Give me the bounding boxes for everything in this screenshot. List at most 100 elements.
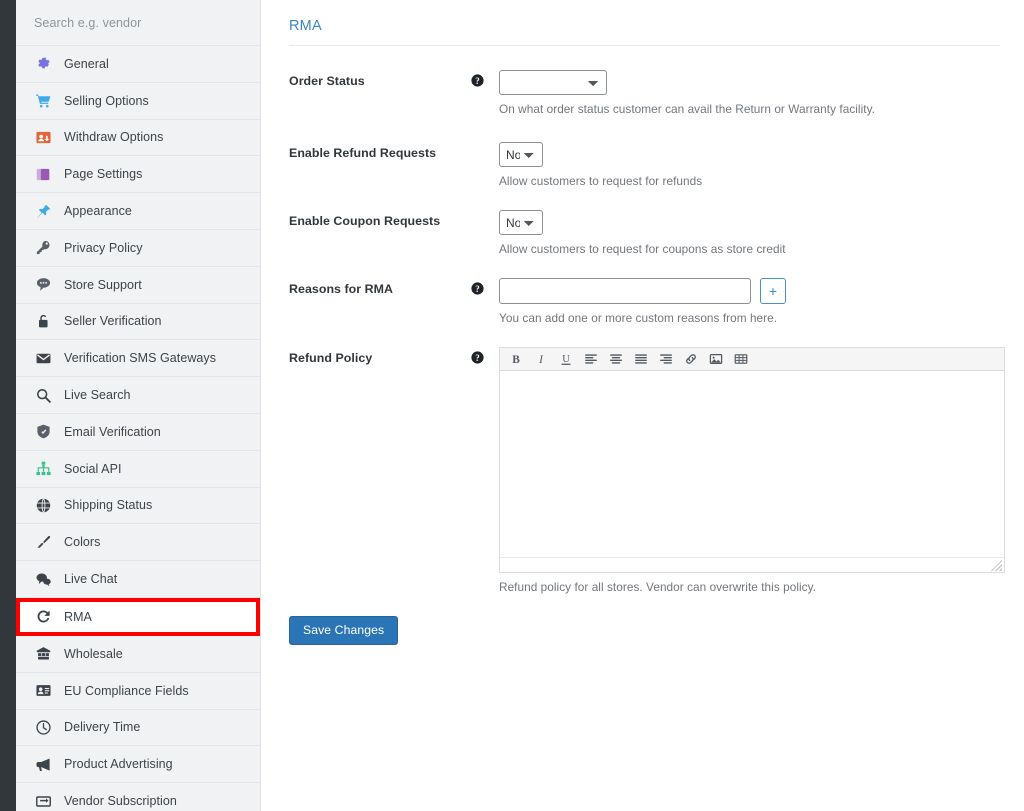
field-order-status: Order Status ? On what order status cust… — [289, 70, 1000, 116]
svg-text:?: ? — [475, 76, 479, 86]
sidebar-item-live-search[interactable]: Live Search — [16, 377, 260, 414]
field-control-reasons: + You can add one or more custom reasons… — [499, 278, 1000, 325]
sidebar-item-wholesale[interactable]: Wholesale — [16, 635, 260, 673]
page-title: RMA — [289, 18, 322, 34]
sidebar-item-store-support[interactable]: Store Support — [16, 266, 260, 304]
sidebar-item-label: Page Settings — [64, 167, 143, 182]
field-description-enable-coupon: Allow customers to request for coupons a… — [499, 242, 786, 256]
order-status-select[interactable] — [499, 70, 607, 95]
help-icon[interactable]: ? — [471, 74, 484, 87]
help-icon[interactable]: ? — [471, 351, 484, 364]
underline-icon[interactable]: U — [558, 352, 573, 367]
sidebar-item-vendor-subscription[interactable]: Vendor Subscription — [16, 783, 260, 811]
align-left-icon[interactable] — [583, 352, 598, 367]
field-enable-refund: Enable Refund Requests NoYes Allow custo… — [289, 142, 1000, 188]
id-card-icon — [34, 682, 52, 700]
field-reasons-for-rma: Reasons for RMA ? + You can add one or m… — [289, 278, 1000, 325]
align-right-icon[interactable] — [658, 352, 673, 367]
field-refund-policy: Refund Policy ? B I U Refund policy for al… — [289, 347, 1005, 594]
sidebar-item-delivery-time[interactable]: Delivery Time — [16, 709, 260, 747]
refund-policy-editor: BIU — [499, 347, 1005, 573]
sidebar-item-appearance[interactable]: Appearance — [16, 193, 260, 230]
svg-text:?: ? — [475, 353, 479, 363]
sidebar-item-label: Seller Verification — [64, 314, 162, 329]
title-divider — [289, 45, 1000, 46]
chat-bubble-icon — [34, 276, 52, 294]
sidebar-item-label: Wholesale — [64, 646, 123, 661]
enable-coupon-select[interactable]: NoYes — [499, 210, 543, 235]
align-center-icon[interactable] — [608, 352, 623, 367]
sidebar-item-label: Selling Options — [64, 93, 149, 108]
align-justify-icon[interactable] — [633, 352, 648, 367]
comments-icon — [34, 570, 52, 588]
field-control-order-status: On what order status customer can avail … — [499, 70, 1000, 116]
reasons-text-input[interactable] — [499, 278, 751, 304]
enable-refund-select[interactable]: NoYes — [499, 142, 543, 167]
sidebar-item-privacy-policy[interactable]: Privacy Policy — [16, 229, 260, 267]
field-description-order-status: On what order status customer can avail … — [499, 102, 876, 116]
help-col-enable-refund — [471, 142, 499, 146]
bold-icon[interactable]: B — [508, 352, 523, 367]
field-label-order-status: Order Status — [289, 74, 365, 88]
table-icon[interactable] — [733, 352, 748, 367]
sidebar-item-label: Live Chat — [64, 572, 118, 587]
subscription-icon — [34, 792, 52, 810]
help-col-reasons: ? — [471, 278, 499, 295]
sidebar-item-label: Appearance — [64, 204, 132, 219]
search-icon — [34, 386, 52, 404]
sidebar-item-general[interactable]: General — [16, 46, 260, 83]
italic-icon[interactable]: I — [533, 352, 548, 367]
sidebar-item-label: Privacy Policy — [64, 240, 143, 255]
warehouse-icon — [34, 645, 52, 663]
sidebar-item-label: Live Search — [64, 388, 131, 403]
clock-icon — [34, 718, 52, 736]
field-description-refund-policy: Refund policy for all stores. Vendor can… — [499, 580, 817, 594]
sidebar-item-verification-sms-gateways[interactable]: Verification SMS Gateways — [16, 340, 260, 378]
sidebar-item-label: Withdraw Options — [64, 130, 164, 145]
sidebar-item-label: Shipping Status — [64, 498, 153, 513]
sitemap-icon — [34, 460, 52, 478]
refund-policy-textarea[interactable] — [500, 371, 1004, 557]
sidebar-item-product-advertising[interactable]: Product Advertising — [16, 746, 260, 784]
sidebar-item-seller-verification[interactable]: Seller Verification — [16, 303, 260, 341]
sidebar-item-selling-options[interactable]: Selling Options — [16, 82, 260, 120]
gear-icon — [34, 55, 52, 73]
field-control-refund-policy: B I U Refund policy for all stores. Vendor… — [499, 347, 1005, 594]
sidebar-item-shipping-status[interactable]: Shipping Status — [16, 487, 260, 525]
add-reason-button[interactable]: + — [760, 278, 786, 304]
sidebar-item-social-api[interactable]: Social API — [16, 450, 260, 488]
settings-page: Search e.g. vendor General Selling Option… — [0, 0, 1024, 811]
editor-statusbar — [500, 557, 1004, 572]
rotate-left-icon — [34, 608, 52, 626]
sidebar-item-rma[interactable]: RMA — [16, 597, 260, 636]
envelope-icon — [34, 349, 52, 367]
admin-rail — [0, 0, 16, 811]
sidebar-item-eu-compliance-fields[interactable]: EU Compliance Fields — [16, 672, 260, 710]
sidebar-item-label: Product Advertising — [64, 757, 173, 772]
globe-icon — [34, 496, 52, 514]
sidebar-nav-list: General Selling Options Withdraw Options Pa… — [16, 46, 260, 811]
sidebar-item-colors[interactable]: Colors — [16, 524, 260, 562]
svg-text:U: U — [562, 354, 570, 365]
sidebar-item-withdraw-options[interactable]: Withdraw Options — [16, 119, 260, 157]
key-icon — [34, 239, 52, 257]
sidebar-item-page-settings[interactable]: Page Settings — [16, 156, 260, 194]
resize-handle[interactable] — [991, 560, 1002, 571]
sidebar-item-email-verification[interactable]: Email Verification — [16, 413, 260, 451]
save-changes-button[interactable]: Save Changes — [289, 616, 399, 645]
main-content: RMA Order Status ? On what order status … — [261, 0, 1024, 811]
sidebar-item-label: RMA — [64, 609, 92, 624]
help-icon[interactable]: ? — [471, 282, 484, 295]
image-icon[interactable] — [708, 352, 723, 367]
shopping-cart-icon — [34, 92, 52, 110]
paintbrush-icon — [34, 533, 52, 551]
field-control-enable-refund: NoYes Allow customers to request for ref… — [499, 142, 1000, 188]
sidebar-search[interactable]: Search e.g. vendor — [16, 0, 260, 46]
sidebar-item-live-chat[interactable]: Live Chat — [16, 561, 260, 598]
lock-icon — [34, 312, 52, 330]
svg-text:I: I — [538, 354, 544, 366]
svg-text:B: B — [512, 354, 520, 366]
search-placeholder-text: Search e.g. vendor — [34, 15, 142, 30]
shield-icon — [34, 423, 52, 441]
link-icon[interactable] — [683, 352, 698, 367]
